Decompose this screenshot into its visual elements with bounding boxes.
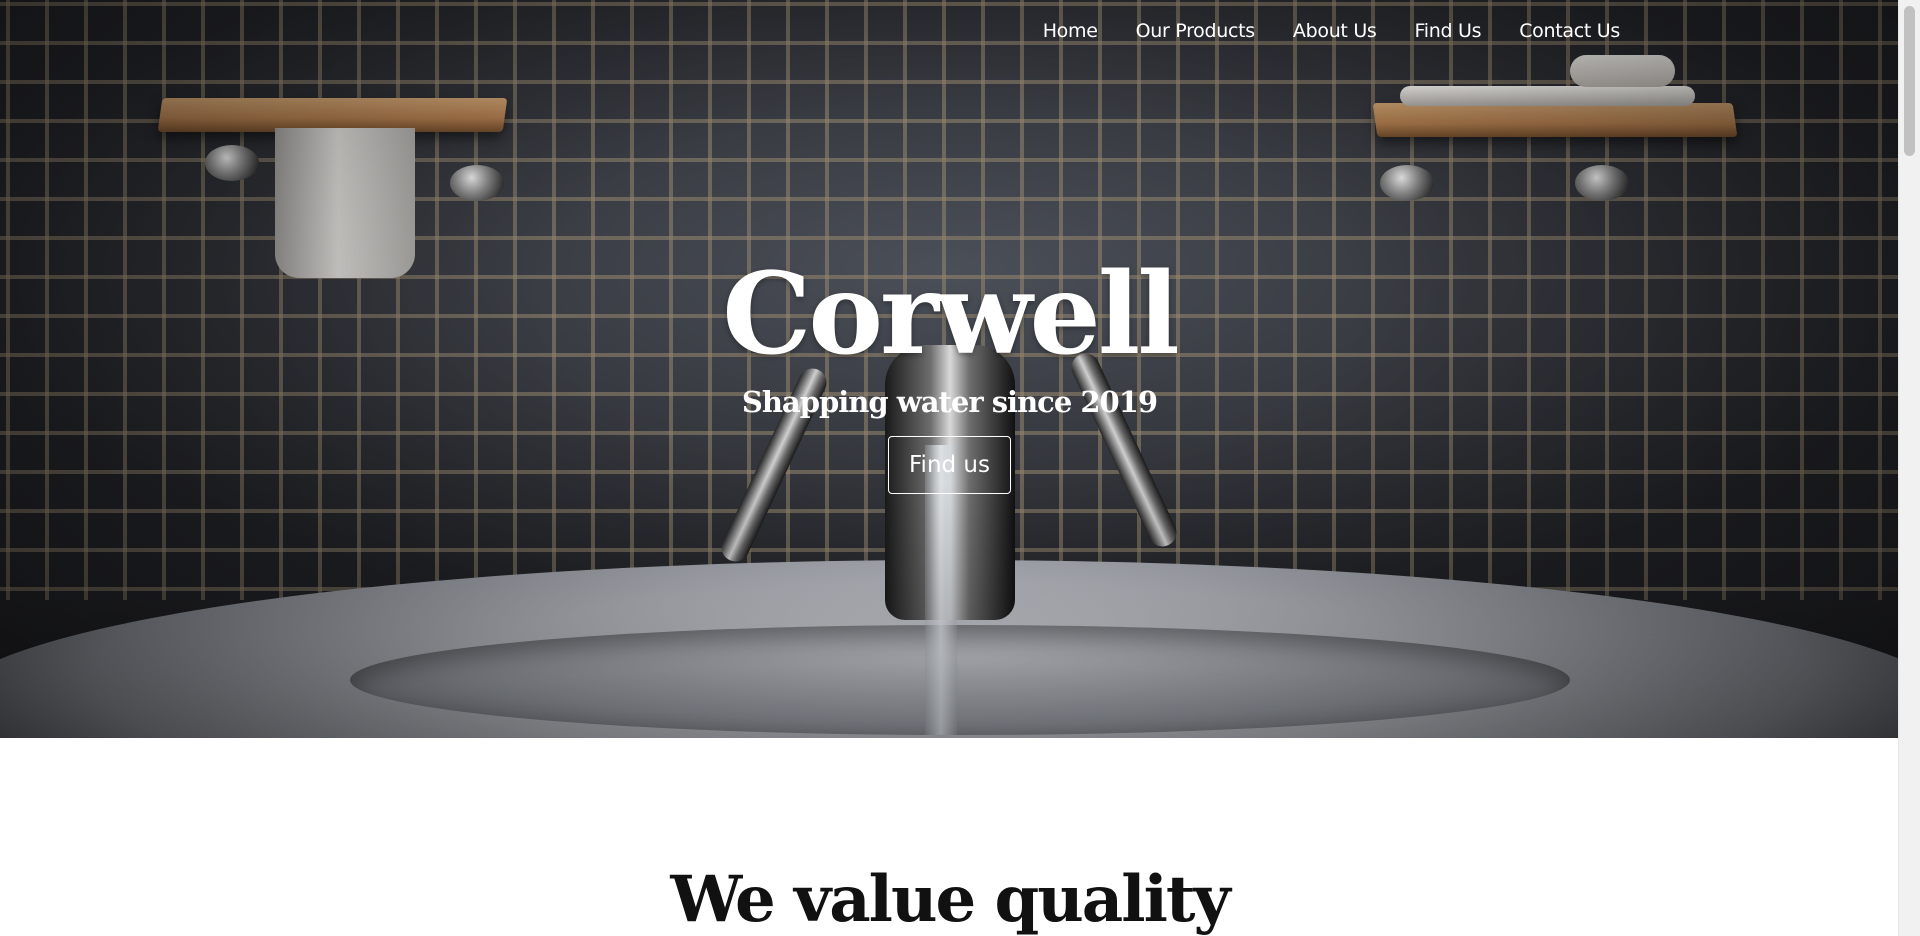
nav-contact-us[interactable]: Contact Us (1500, 14, 1639, 48)
vertical-scrollbar[interactable] (1898, 0, 1920, 936)
main-nav: Home Our Products About Us Find Us Conta… (1024, 14, 1639, 48)
hero-tagline: Shapping water since 2019 (741, 385, 1158, 419)
find-us-button[interactable]: Find us (888, 436, 1011, 494)
nav-our-products[interactable]: Our Products (1117, 14, 1274, 48)
nav-find-us[interactable]: Find Us (1396, 14, 1501, 48)
page: Home Our Products About Us Find Us Conta… (0, 0, 1899, 936)
scrollbar-thumb[interactable] (1904, 6, 1915, 156)
nav-home[interactable]: Home (1024, 14, 1117, 48)
section-title: We value quality (670, 862, 1230, 936)
nav-about-us[interactable]: About Us (1274, 14, 1396, 48)
hero-banner: Home Our Products About Us Find Us Conta… (0, 0, 1899, 738)
brand-title: Corwell (722, 249, 1180, 380)
hero-content: Corwell Shapping water since 2019 Find u… (0, 250, 1899, 494)
